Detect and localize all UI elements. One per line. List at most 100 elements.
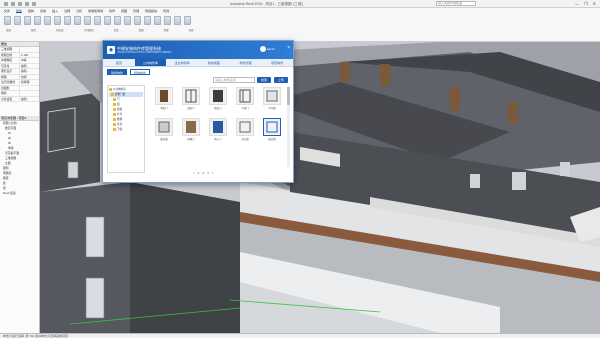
component-card[interactable]: 子母门 xyxy=(232,87,258,117)
title-bar: Autodesk Revit 2018 - 项目1 - 三维视图: {三维} 键… xyxy=(0,0,600,8)
trim-tool-icon[interactable] xyxy=(104,16,111,25)
minimize-button[interactable]: — xyxy=(575,1,579,6)
save-icon[interactable] xyxy=(18,1,22,6)
component-label: 单扇门 xyxy=(160,107,168,110)
door-icon xyxy=(155,87,173,105)
join-tool-icon[interactable] xyxy=(44,16,51,25)
pager-page[interactable]: 3 xyxy=(207,171,209,175)
nav-enterprise-library[interactable]: 企业构件库 xyxy=(166,59,198,66)
property-row[interactable]: 渲染设置 编辑... xyxy=(0,96,39,102)
close-button[interactable]: ✕ xyxy=(593,1,596,6)
property-value xyxy=(19,91,39,96)
paste-tool-icon[interactable] xyxy=(24,16,31,25)
property-value: 编辑... xyxy=(19,69,39,74)
mirror-tool-icon[interactable] xyxy=(94,16,101,25)
tab-addins[interactable]: 附加模块 xyxy=(145,9,157,13)
tab-manage[interactable]: 管理 xyxy=(133,9,139,13)
dimension-tool-icon[interactable] xyxy=(174,16,181,25)
create-tool-icon[interactable] xyxy=(184,16,191,25)
align-tool-icon[interactable] xyxy=(54,16,61,25)
component-card[interactable]: 双扇门 xyxy=(178,87,204,117)
measure-tool-icon[interactable] xyxy=(164,16,171,25)
copy-tool-icon[interactable] xyxy=(74,16,81,25)
property-name: 剖面框 xyxy=(1,85,10,90)
component-card[interactable]: 防火门 xyxy=(205,118,231,148)
group-label: 剪贴板 xyxy=(56,29,64,32)
door-icon xyxy=(182,118,200,136)
component-library-dialog: ◈ 中建安装构件库管理系统 CSCEC INSTALLATION COMPONE… xyxy=(102,40,294,183)
nav-favorites[interactable]: 我的收藏 xyxy=(198,59,230,66)
scroll-thumb[interactable] xyxy=(287,87,290,105)
category-structure[interactable]: 结构构件 xyxy=(130,68,151,75)
window-icon xyxy=(155,118,173,136)
tab-structure[interactable]: 结构 xyxy=(28,9,34,13)
tab-analyze[interactable]: 分析 xyxy=(76,9,82,13)
property-name: 渲染设置 xyxy=(1,96,13,101)
upload-button[interactable]: 上传 xyxy=(274,77,288,83)
group-label: 创建 xyxy=(188,29,194,32)
nav-public-library[interactable]: 公共构件库 xyxy=(134,59,167,66)
component-card[interactable]: 单扇门 xyxy=(151,87,177,117)
group-label: 测量 xyxy=(163,29,169,32)
property-value: 编辑... xyxy=(19,96,39,101)
tab-systems[interactable]: 系统 xyxy=(40,9,46,13)
properties-tool-icon[interactable] xyxy=(14,16,21,25)
property-name: 视图比例 xyxy=(1,52,13,57)
component-card[interactable]: 推拉门 xyxy=(205,87,231,117)
maximize-button[interactable]: ❐ xyxy=(584,1,588,6)
pager-next[interactable]: > xyxy=(212,171,214,175)
scale-tool-icon[interactable] xyxy=(134,16,141,25)
pager-page[interactable]: 2 xyxy=(202,171,204,175)
pager-prev[interactable]: < xyxy=(193,171,195,175)
modify-tool-icon[interactable] xyxy=(4,16,11,25)
component-card[interactable]: 百叶窗 xyxy=(232,118,258,148)
grid-scrollbar[interactable] xyxy=(287,87,290,167)
window-icon xyxy=(263,118,281,136)
component-label: 双扇门 xyxy=(187,107,195,110)
redo-icon[interactable] xyxy=(32,1,36,6)
search-button[interactable]: 搜索 xyxy=(257,77,271,83)
tab-view[interactable]: 视图 xyxy=(121,9,127,13)
tab-file[interactable]: 文件 xyxy=(4,9,10,13)
nav-home[interactable]: 首页 xyxy=(103,59,135,66)
tab-insert[interactable]: 插入 xyxy=(52,9,58,13)
pagination: < 1 2 3 > xyxy=(193,171,214,175)
array-tool-icon[interactable] xyxy=(124,16,131,25)
tab-architecture[interactable]: 建筑 xyxy=(16,9,23,13)
component-card[interactable]: 组合窗 xyxy=(259,118,285,148)
logo-icon: ◈ xyxy=(107,46,115,54)
app-menu-icon[interactable] xyxy=(4,1,8,6)
help-search-input[interactable]: 键入关键字或短语 xyxy=(436,1,476,6)
pager-page[interactable]: 1 xyxy=(198,171,200,175)
tab-massing[interactable]: 体量和场地 xyxy=(88,9,103,13)
user-menu[interactable]: admin xyxy=(259,46,275,52)
pin-tool-icon[interactable] xyxy=(144,16,151,25)
category-architecture[interactable]: 建筑构件 xyxy=(107,68,128,75)
tab-modify[interactable]: 修改 xyxy=(163,9,169,13)
component-card[interactable]: 折叠门 xyxy=(178,118,204,148)
browser-item[interactable]: Revit 链接 xyxy=(0,191,39,196)
dialog-nav: 首页 公共构件库 企业构件库 我的收藏 构件管理 项目构件 xyxy=(103,59,293,67)
open-icon[interactable] xyxy=(11,1,15,6)
property-name: 三维视图 xyxy=(1,47,13,51)
tree-item[interactable]: 卫浴 xyxy=(109,127,143,132)
component-card[interactable]: 平开窗 xyxy=(259,87,285,117)
tab-collaborate[interactable]: 协作 xyxy=(109,9,115,13)
property-name: 可见性 xyxy=(1,63,10,68)
nav-manage[interactable]: 构件管理 xyxy=(230,59,262,66)
component-card[interactable]: 推拉窗 xyxy=(151,118,177,148)
rotate-tool-icon[interactable] xyxy=(84,16,91,25)
undo-icon[interactable] xyxy=(25,1,29,6)
folder-icon xyxy=(113,113,116,116)
folder-icon xyxy=(113,128,116,131)
move-tool-icon[interactable] xyxy=(64,16,71,25)
component-search-input[interactable]: 请输入构件名称 xyxy=(213,77,255,83)
offset-tool-icon[interactable] xyxy=(114,16,121,25)
close-icon[interactable]: × xyxy=(287,45,290,51)
cut-tool-icon[interactable] xyxy=(34,16,41,25)
nav-project[interactable]: 项目构件 xyxy=(261,59,293,66)
delete-tool-icon[interactable] xyxy=(154,16,161,25)
dialog-header: ◈ 中建安装构件库管理系统 CSCEC INSTALLATION COMPONE… xyxy=(103,41,293,59)
tab-annotate[interactable]: 注释 xyxy=(64,9,70,13)
ribbon-group-labels: 选择 属性 剪贴板 几何图形 修改 视图 测量 创建 xyxy=(0,27,600,33)
